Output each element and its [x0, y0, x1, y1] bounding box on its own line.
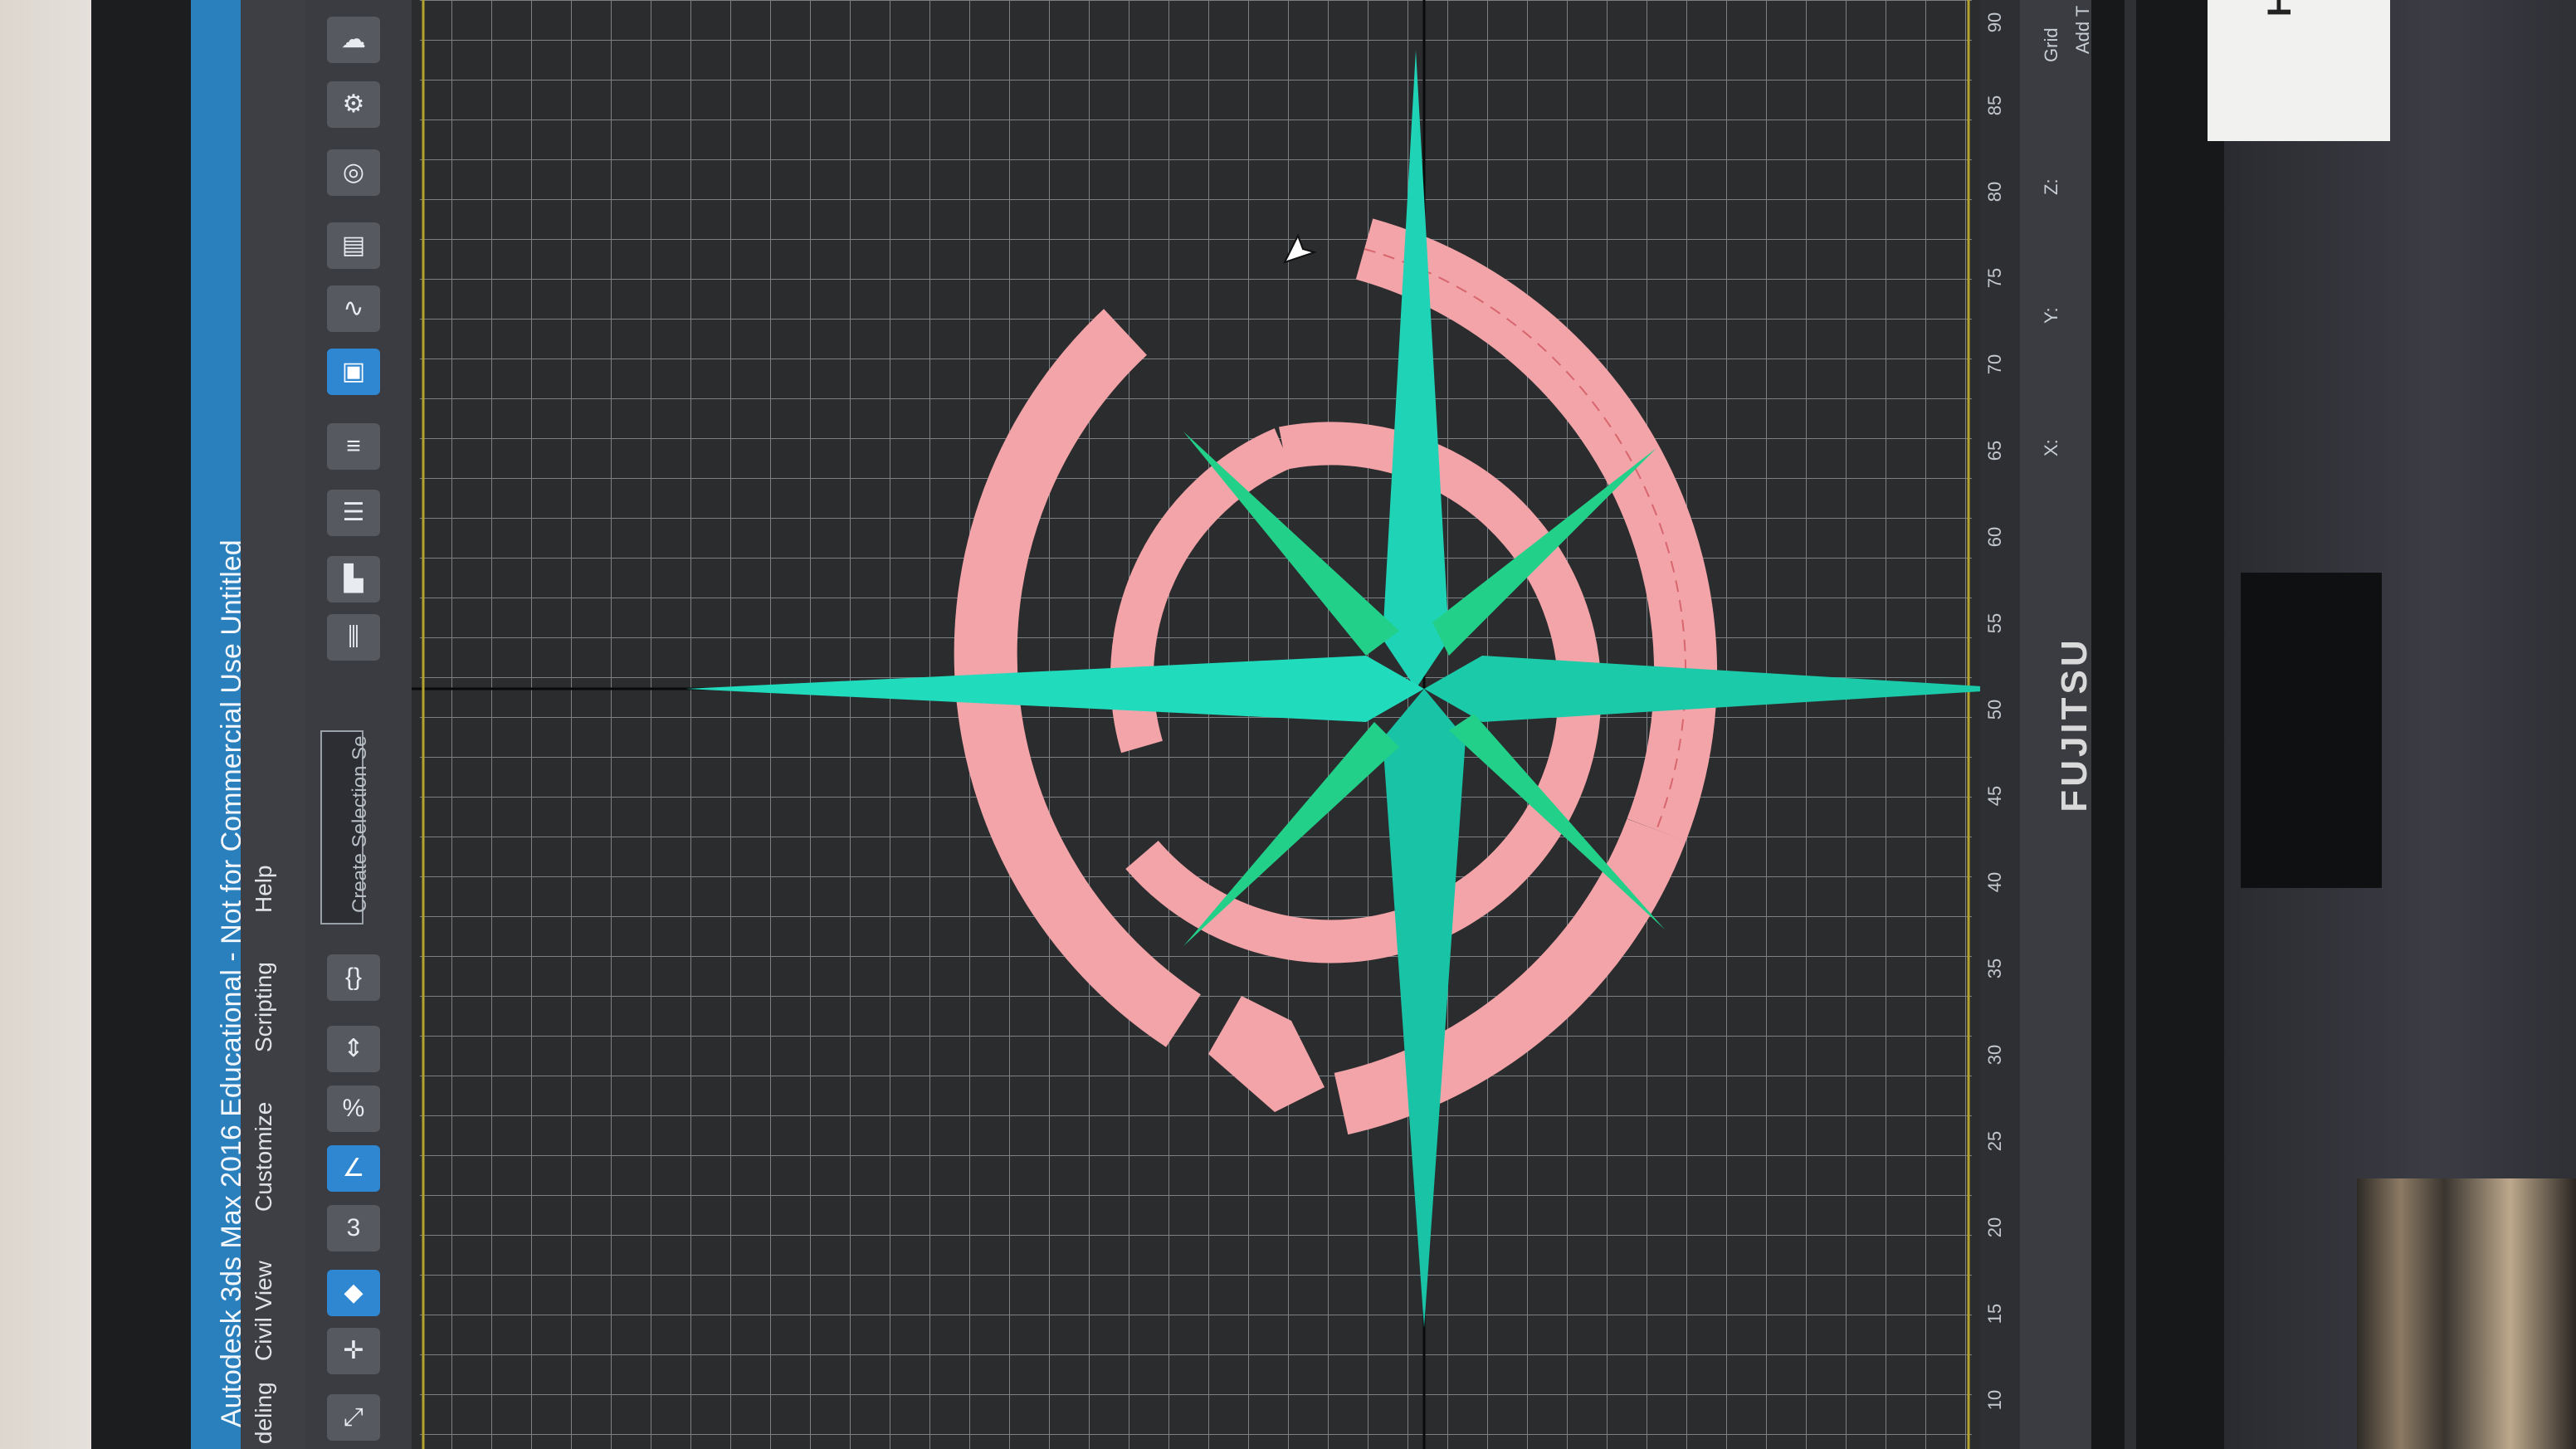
snap-toggle-button[interactable]: 3	[327, 1205, 380, 1251]
viewport-grid	[412, 0, 1980, 1449]
timeline-tick: 50	[1984, 699, 2005, 720]
render-frame-icon[interactable]: ☁	[327, 17, 380, 63]
move-icon[interactable]: ✛	[327, 1328, 380, 1374]
timeline-tick: 55	[1984, 612, 2005, 634]
grid-label: Grid	[2041, 27, 2061, 62]
white-box	[2208, 0, 2390, 141]
select-link-icon[interactable]: ⤢	[327, 1394, 380, 1441]
align-icon[interactable]: ▙	[327, 556, 380, 603]
selection-set-placeholder: Create Selection Se	[349, 735, 371, 913]
screen: Autodesk 3ds Max 2016 Educational - Not …	[191, 0, 2100, 1449]
curve-editor-icon[interactable]: ∿	[327, 285, 380, 332]
timeline-tick: 65	[1984, 440, 2005, 461]
menu-help[interactable]: Help	[251, 863, 287, 913]
timeline-tick: 30	[1984, 1044, 2005, 1066]
timeline-tick: 35	[1984, 958, 2005, 979]
perspective-viewport[interactable]	[412, 0, 1980, 1449]
x-coordinate-label: X:	[2041, 439, 2061, 456]
monitor-bezel-edge	[2125, 0, 2136, 1449]
timeline-tick: 20	[1984, 1217, 2005, 1238]
edit-named-selection-button[interactable]: {}	[327, 954, 380, 1001]
material-editor-icon[interactable]: ◎	[327, 149, 380, 196]
layer-manager-icon[interactable]: ☰	[327, 490, 380, 536]
mirror-icon[interactable]: ⫼	[327, 614, 380, 661]
timeline-tick: 45	[1984, 785, 2005, 807]
menu-bar: deling Civil View Customize Scripting He…	[241, 0, 305, 1449]
menu-modeling[interactable]: deling	[251, 1382, 287, 1444]
timeline-tick: 10	[1984, 1389, 2005, 1411]
timeline-tick: 15	[1984, 1303, 2005, 1325]
percent-snap-button[interactable]: %	[327, 1086, 380, 1132]
angle-snap-button[interactable]: ∠	[327, 1145, 380, 1192]
timeline-tick: 80	[1984, 181, 2005, 202]
select-object-button[interactable]: ◆	[327, 1270, 380, 1316]
menu-civil-view[interactable]: Civil View	[251, 1261, 287, 1361]
render-setup-icon[interactable]: ⚙	[327, 81, 380, 128]
mouse-cursor-icon	[1283, 233, 1316, 264]
timeline-ruler[interactable]: 10 15 20 25 30 35 40 45 50 55 60 65 70 7…	[1980, 0, 2020, 1449]
timeline-tick: 75	[1984, 267, 2005, 289]
scene-explorer-icon[interactable]: ≡	[327, 423, 380, 470]
timeline-tick: 90	[1984, 12, 2005, 33]
main-toolbar: ⤢ ✛ ◆ 3 ∠ % ⇕ {} Create Selection Se ⫼ ▙…	[305, 0, 413, 1449]
book-stack	[2357, 1178, 2576, 1449]
monitor-brand-logo: FUJITSU	[2054, 637, 2095, 812]
timeline-tick: 25	[1984, 1130, 2005, 1152]
timeline-tick: 85	[1984, 95, 2005, 116]
spinner-snap-button[interactable]: ⇕	[327, 1026, 380, 1072]
graphite-toggle-icon[interactable]: ▣	[327, 349, 380, 395]
z-coordinate-label: Z:	[2041, 178, 2061, 195]
y-coordinate-label: Y:	[2041, 307, 2061, 324]
timeline-tick: 60	[1984, 526, 2005, 548]
timeline-tick: 40	[1984, 871, 2005, 893]
black-device	[2241, 573, 2382, 888]
timeline-tick: 70	[1984, 354, 2005, 375]
white-box-label: HB1	[2261, 0, 2303, 17]
menu-customize[interactable]: Customize	[251, 1102, 287, 1212]
monitor-bezel-right	[2091, 0, 2224, 1449]
menu-scripting[interactable]: Scripting	[251, 962, 287, 1052]
schematic-view-icon[interactable]: ▤	[327, 222, 380, 269]
